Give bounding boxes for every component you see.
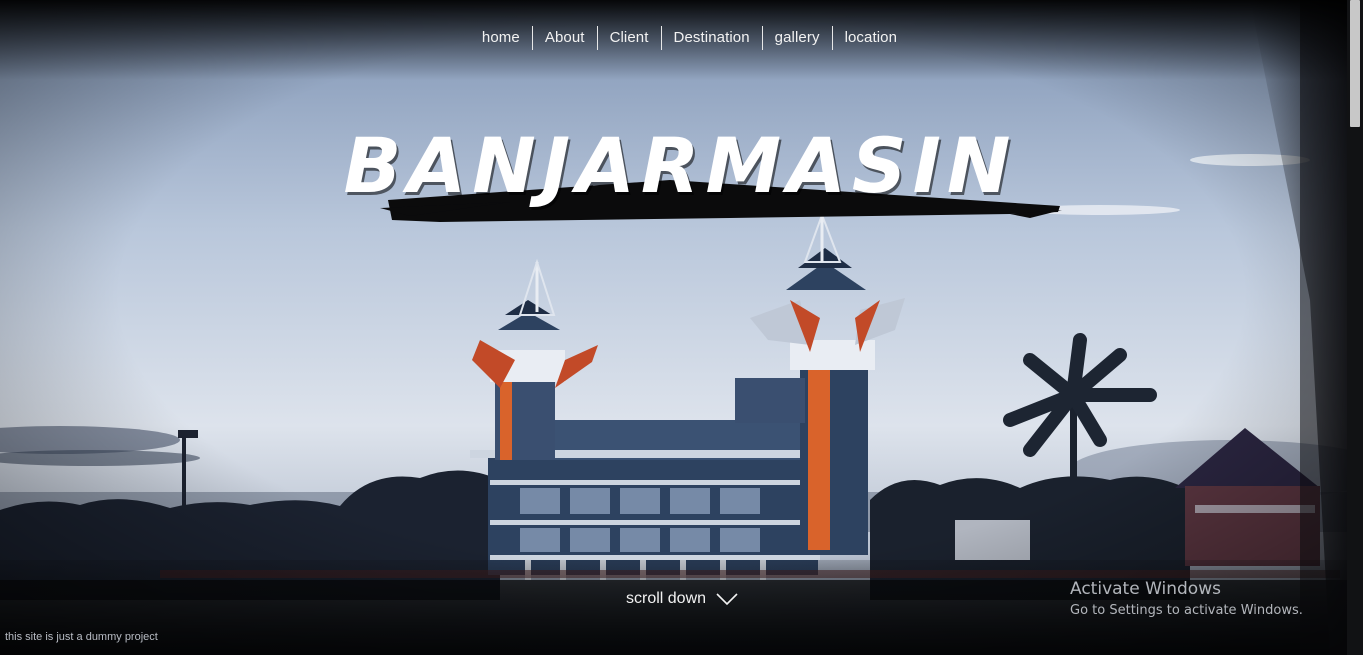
watermark-title: Activate Windows — [1070, 579, 1221, 599]
main-navigation: home About Client Destination gallery lo… — [0, 0, 1363, 74]
nav-item-gallery[interactable]: gallery — [761, 26, 832, 50]
page: home About Client Destination gallery lo… — [0, 0, 1363, 655]
scroll-down-link[interactable]: scroll down — [626, 590, 738, 608]
nav-item-client[interactable]: Client — [596, 26, 661, 50]
nav-item-location[interactable]: location — [831, 26, 910, 50]
nav-item-about[interactable]: About — [531, 26, 597, 50]
scrollbar-thumb[interactable] — [1350, 0, 1360, 127]
footer-note: this site is just a dummy project — [5, 631, 158, 643]
scroll-down-label: scroll down — [626, 590, 707, 607]
nav-list: home About Client Destination gallery lo… — [454, 26, 909, 50]
chevron-down-icon — [716, 593, 738, 606]
watermark-subtitle: Go to Settings to activate Windows. — [1070, 603, 1303, 618]
nav-item-destination[interactable]: Destination — [660, 26, 762, 50]
windows-activation-watermark: Activate Windows Go to Settings to activ… — [1070, 578, 1303, 622]
hero-title-block: BANJARMASIN — [310, 118, 1070, 228]
nav-item-home[interactable]: home — [470, 26, 532, 50]
vertical-scrollbar[interactable] — [1347, 0, 1363, 655]
hero-background-photo — [0, 0, 1363, 655]
page-title: BANJARMASIN — [343, 121, 1017, 210]
